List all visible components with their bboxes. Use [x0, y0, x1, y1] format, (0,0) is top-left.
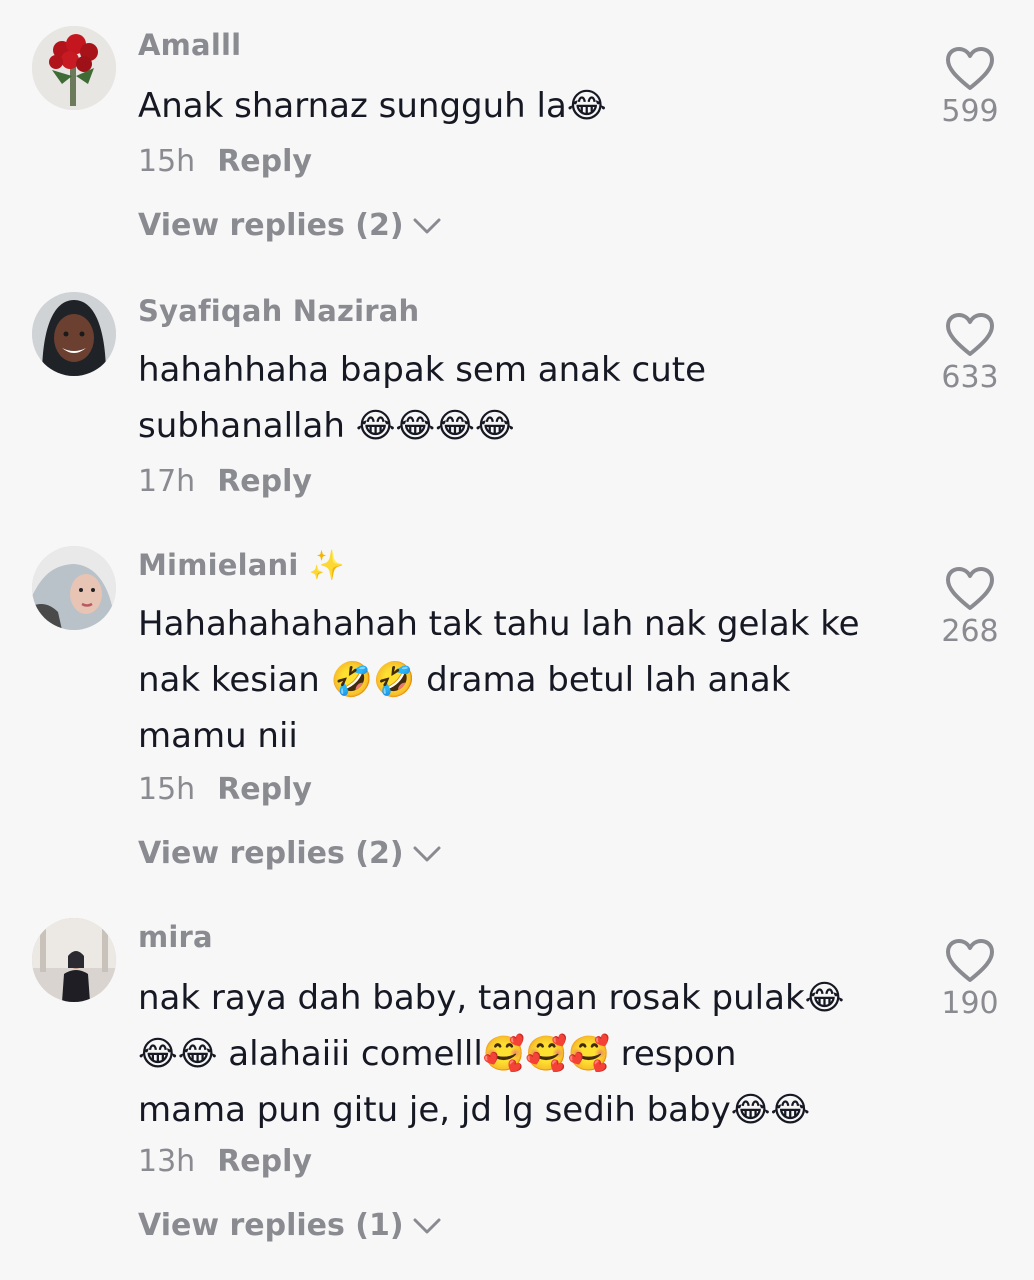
comment-meta: 15h Reply [138, 144, 312, 179]
reply-button[interactable]: Reply [217, 772, 312, 807]
view-replies-label: View replies (2) [138, 836, 404, 871]
reply-button[interactable]: Reply [217, 464, 312, 499]
hijab-selfie-avatar-icon [32, 546, 116, 630]
comment-text: hahahhaha bapak sem anak cute subhanalla… [138, 342, 898, 454]
heart-icon [946, 47, 994, 90]
chevron-down-icon [413, 1218, 441, 1233]
like-button[interactable]: 190 [930, 938, 1010, 1021]
like-count: 633 [941, 360, 999, 395]
comment-time: 13h [138, 1144, 196, 1179]
comment-time: 15h [138, 144, 196, 179]
username[interactable]: Mimielani ✨ [138, 548, 345, 583]
reply-button[interactable]: Reply [217, 144, 312, 179]
comment-time: 17h [138, 464, 196, 499]
user-avatar[interactable] [32, 26, 116, 110]
comment-line: mama pun gitu je, jd lg sedih baby😂😂 [138, 1090, 811, 1130]
hijab-woman-avatar-icon [32, 292, 116, 376]
view-replies-label: View replies (2) [138, 208, 404, 243]
chevron-down-icon [413, 218, 441, 233]
like-count: 599 [941, 94, 999, 129]
username[interactable]: Syafiqah Nazirah [138, 294, 419, 328]
comment-text: Hahahahahahah tak tahu lah nak gelak ke … [138, 596, 898, 764]
comment-time: 15h [138, 772, 196, 807]
user-avatar[interactable] [32, 546, 116, 630]
room-portrait-avatar-icon [32, 918, 116, 1002]
comment-meta: 17h Reply [138, 464, 312, 499]
view-replies-label: View replies (1) [138, 1208, 404, 1243]
comment-line: subhanallah 😂😂😂😂 [138, 406, 515, 446]
like-button[interactable]: 633 [930, 312, 1010, 395]
like-count: 268 [941, 614, 999, 649]
like-count: 190 [941, 986, 999, 1021]
like-button[interactable]: 599 [930, 46, 1010, 129]
comment-line: 😂😂 alahaiii comelll🥰🥰🥰 respon [138, 1034, 737, 1074]
username[interactable]: Amalll [138, 28, 241, 62]
comment-line: Hahahahahahah tak tahu lah nak gelak ke [138, 604, 860, 644]
comment-meta: 13h Reply [138, 1144, 312, 1179]
comment-line: mamu nii [138, 716, 298, 756]
comment-text: Anak sharnaz sungguh la😂 [138, 78, 898, 134]
user-avatar[interactable] [32, 918, 116, 1002]
heart-icon [946, 567, 994, 610]
chevron-down-icon [413, 846, 441, 861]
roses-avatar-icon [32, 26, 116, 110]
view-replies-button[interactable]: View replies (1) [138, 1208, 442, 1243]
comment-line: nak raya dah baby, tangan rosak pulak😂 [138, 978, 845, 1018]
heart-icon [946, 939, 994, 982]
comment-line: nak kesian 🤣🤣 drama betul lah anak [138, 660, 791, 700]
like-button[interactable]: 268 [930, 566, 1010, 649]
view-replies-button[interactable]: View replies (2) [138, 208, 442, 243]
user-avatar[interactable] [32, 292, 116, 376]
view-replies-button[interactable]: View replies (2) [138, 836, 442, 871]
reply-button[interactable]: Reply [217, 1144, 312, 1179]
username[interactable]: mira [138, 920, 213, 954]
comment-line: hahahhaha bapak sem anak cute [138, 350, 706, 390]
comment-meta: 15h Reply [138, 772, 312, 807]
comment-text: nak raya dah baby, tangan rosak pulak😂 😂… [138, 970, 898, 1138]
heart-icon [946, 313, 994, 356]
comment-line: Anak sharnaz sungguh la😂 [138, 86, 607, 126]
